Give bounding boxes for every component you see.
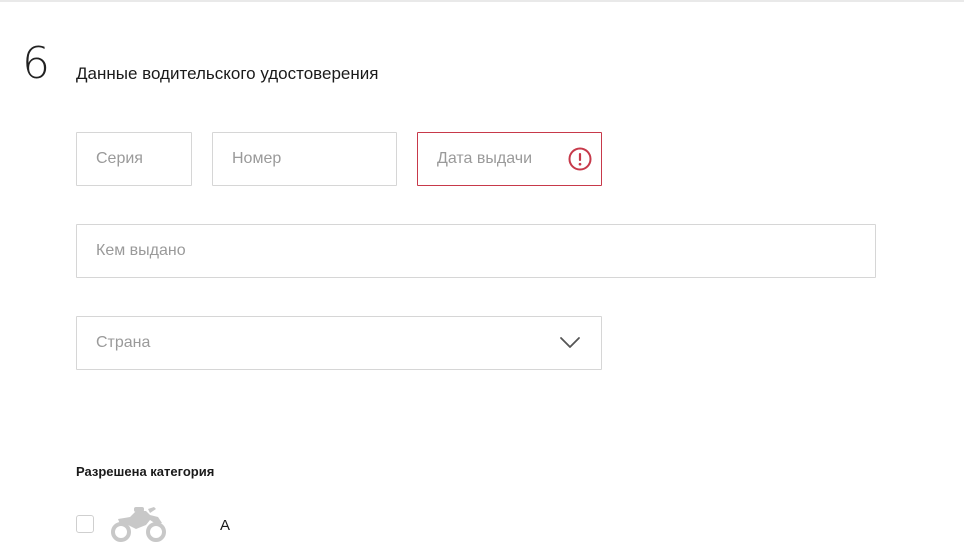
category-a-checkbox[interactable]	[76, 515, 94, 533]
category-a-label: A	[220, 517, 231, 534]
number-field[interactable]	[212, 132, 397, 186]
number-input[interactable]	[213, 133, 396, 185]
country-select-value: Страна	[96, 334, 151, 351]
country-select[interactable]: Страна	[76, 316, 602, 370]
driver-license-form: 6 Данные водительского удостоверения Стр…	[0, 0, 964, 552]
top-divider	[0, 0, 964, 2]
issued-by-field[interactable]	[76, 224, 876, 278]
step-number: 6	[22, 38, 50, 89]
chevron-down-icon	[560, 337, 580, 348]
section-title: Данные водительского удостоверения	[76, 64, 379, 83]
motorcycle-icon	[111, 507, 166, 542]
series-field[interactable]	[76, 132, 192, 186]
error-alert-icon	[568, 147, 592, 171]
issue-date-field[interactable]	[417, 132, 602, 186]
category-heading: Разрешена категория	[76, 464, 215, 479]
issued-by-input[interactable]	[77, 225, 875, 277]
series-input[interactable]	[77, 133, 191, 185]
